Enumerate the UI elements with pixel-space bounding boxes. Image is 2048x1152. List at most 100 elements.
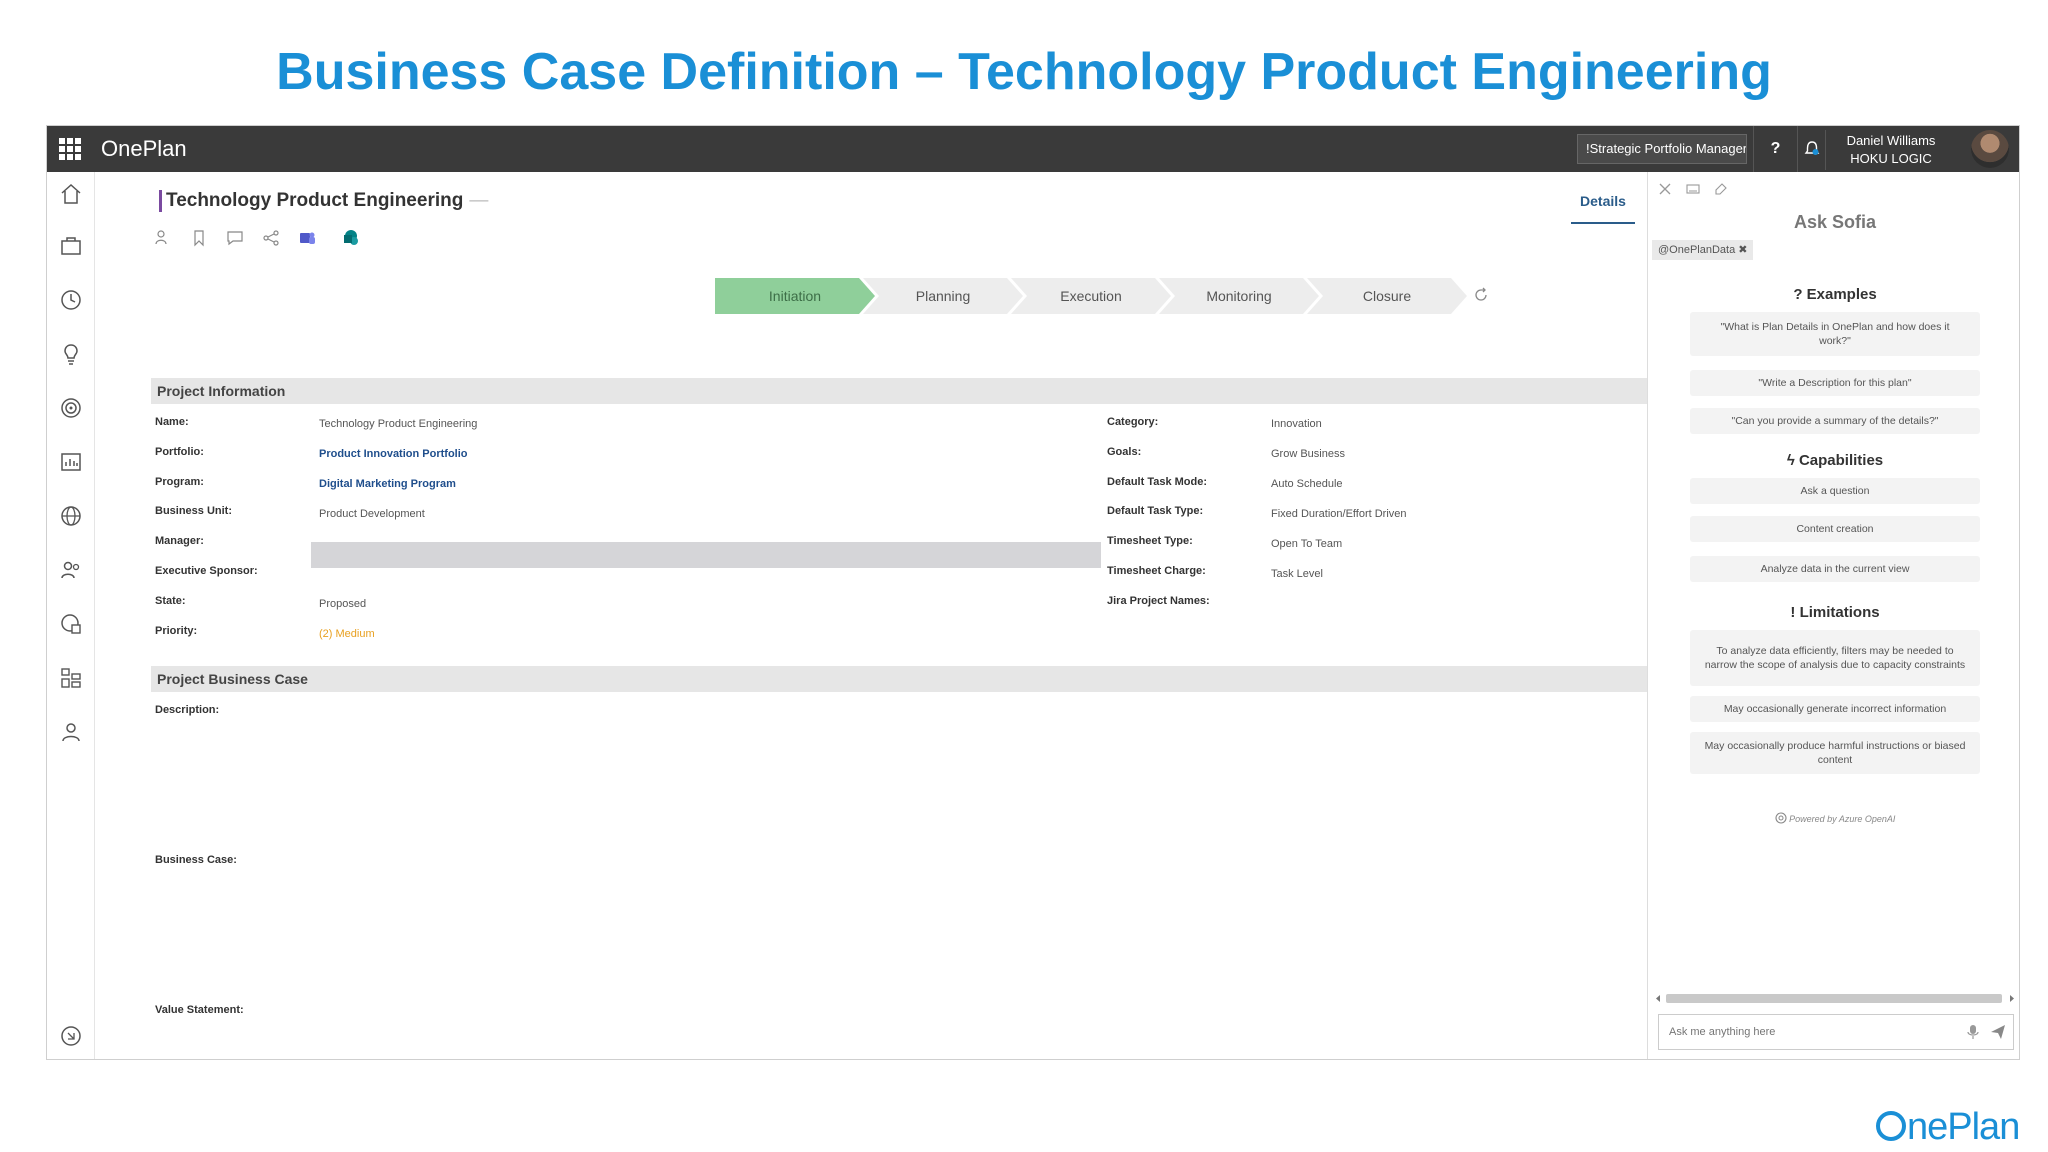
teams-icon[interactable] bbox=[297, 228, 317, 248]
project-title: Technology Product Engineering — bbox=[159, 190, 488, 212]
bookmark-icon[interactable] bbox=[189, 228, 209, 248]
section-project-information[interactable]: Project Information bbox=[151, 378, 1695, 404]
microphone-icon[interactable] bbox=[1966, 1024, 1980, 1040]
logo-o-icon bbox=[1876, 1111, 1906, 1141]
app-name[interactable]: OnePlan bbox=[101, 136, 187, 162]
value-timesheet-type[interactable]: Open To Team bbox=[1271, 538, 1342, 550]
app-window: OnePlan !Strategic Portfolio Manager ? D… bbox=[46, 125, 2020, 1060]
share-icon[interactable] bbox=[261, 228, 281, 248]
label-state: State: bbox=[155, 595, 186, 607]
openai-icon bbox=[1775, 812, 1787, 824]
capability-chip: Analyze data in the current view bbox=[1690, 556, 1980, 582]
examples-title: ? Examples bbox=[1793, 286, 1877, 303]
project-title-text: Technology Product Engineering bbox=[166, 190, 464, 211]
section-project-business-case[interactable]: Project Business Case bbox=[151, 666, 1695, 692]
label-value-statement: Value Statement: bbox=[155, 1004, 244, 1016]
bell-icon bbox=[1804, 141, 1819, 155]
powered-by: Powered by Azure OpenAI bbox=[1648, 812, 2019, 824]
label-program: Program: bbox=[155, 476, 204, 488]
target-icon[interactable] bbox=[59, 396, 83, 420]
assign-user-icon[interactable] bbox=[153, 228, 173, 248]
value-category[interactable]: Innovation bbox=[1271, 418, 1322, 430]
role-selector[interactable]: !Strategic Portfolio Manager bbox=[1577, 134, 1747, 164]
value-priority[interactable]: (2) Medium bbox=[319, 628, 375, 640]
label-executive-sponsor: Executive Sponsor: bbox=[155, 565, 258, 577]
lightbulb-icon[interactable] bbox=[59, 342, 83, 366]
left-nav bbox=[47, 172, 95, 1059]
stage-execution[interactable]: Execution bbox=[1011, 278, 1171, 314]
label-business-case: Business Case: bbox=[155, 854, 237, 866]
label-goals: Goals: bbox=[1107, 446, 1142, 458]
app-launcher-icon[interactable] bbox=[59, 138, 81, 160]
sharepoint-icon[interactable] bbox=[341, 228, 361, 248]
value-program[interactable]: Digital Marketing Program bbox=[319, 478, 456, 490]
help-button[interactable]: ? bbox=[1753, 126, 1797, 172]
label-priority: Priority: bbox=[155, 625, 198, 637]
limitation-chip: May occasionally generate incorrect info… bbox=[1690, 696, 1980, 722]
stage-initiation[interactable]: Initiation bbox=[715, 278, 875, 314]
value-goals[interactable]: Grow Business bbox=[1271, 448, 1345, 460]
dashboard-icon[interactable] bbox=[59, 450, 83, 474]
tab-details[interactable]: Details bbox=[1571, 182, 1635, 224]
resource-globe-icon[interactable] bbox=[59, 612, 83, 636]
label-description: Description: bbox=[155, 704, 220, 716]
label-timesheet-type: Timesheet Type: bbox=[1107, 535, 1193, 547]
horizontal-scrollbar[interactable] bbox=[1654, 992, 2016, 1004]
scrollbar-thumb[interactable] bbox=[1666, 994, 2002, 1003]
logo-text: nePlan bbox=[1907, 1106, 2020, 1148]
comment-icon[interactable] bbox=[225, 228, 245, 248]
data-source-tag[interactable]: @OnePlanData ✖ bbox=[1652, 240, 1754, 260]
avatar[interactable] bbox=[1971, 130, 2009, 168]
sofia-title: Ask Sofia bbox=[1793, 212, 1877, 232]
value-timesheet-charge[interactable]: Task Level bbox=[1271, 568, 1323, 580]
globe-icon[interactable] bbox=[59, 504, 83, 528]
label-jira-project-names: Jira Project Names: bbox=[1107, 595, 1210, 607]
stage-monitoring[interactable]: Monitoring bbox=[1159, 278, 1319, 314]
capabilities-title: ϟ Capabilities bbox=[1648, 452, 2019, 469]
main-content: Technology Product Engineering — Details … bbox=[95, 172, 1695, 1059]
example-chip[interactable]: "Can you provide a summary of the detail… bbox=[1690, 408, 1980, 434]
clock-icon[interactable] bbox=[59, 288, 83, 312]
eraser-icon[interactable] bbox=[1714, 182, 1728, 196]
value-name[interactable]: Technology Product Engineering bbox=[319, 418, 477, 430]
send-icon[interactable] bbox=[1990, 1024, 2006, 1040]
people-icon[interactable] bbox=[59, 558, 83, 582]
scroll-right-icon[interactable] bbox=[2008, 994, 2016, 1003]
stage-planning[interactable]: Planning bbox=[863, 278, 1023, 314]
oneplan-logo: nePlan bbox=[1876, 1106, 2020, 1149]
scroll-left-icon[interactable] bbox=[1654, 994, 1662, 1003]
capability-chip: Content creation bbox=[1690, 516, 1980, 542]
label-name: Name: bbox=[155, 416, 189, 428]
refresh-icon[interactable] bbox=[1472, 286, 1490, 304]
limitations-title: ! Limitations bbox=[1790, 604, 1880, 621]
notifications-button[interactable] bbox=[1797, 126, 1825, 172]
value-business-unit[interactable]: Product Development bbox=[319, 508, 425, 520]
value-portfolio[interactable]: Product Innovation Portfolio bbox=[319, 448, 468, 460]
capability-chip: Ask a question bbox=[1690, 478, 1980, 504]
user-icon[interactable] bbox=[59, 720, 83, 744]
label-manager: Manager: bbox=[155, 535, 204, 547]
collapse-nav-icon[interactable] bbox=[59, 1024, 83, 1048]
lightning-icon: ϟ bbox=[1786, 452, 1799, 469]
ask-sofia-panel: Ask Sofia @OnePlanData ✖ ? Examples "Wha… bbox=[1647, 172, 2019, 1059]
powered-by-text: Powered by Azure OpenAI bbox=[1789, 814, 1896, 824]
close-icon[interactable] bbox=[1658, 182, 1672, 196]
value-default-task-mode[interactable]: Auto Schedule bbox=[1271, 478, 1343, 490]
label-default-task-type: Default Task Type: bbox=[1107, 505, 1204, 517]
home-icon[interactable] bbox=[59, 182, 83, 206]
keyboard-icon[interactable] bbox=[1686, 182, 1700, 196]
chat-input[interactable] bbox=[1658, 1014, 2014, 1050]
label-timesheet-charge: Timesheet Charge: bbox=[1107, 565, 1206, 577]
project-title-suffix: — bbox=[469, 190, 489, 211]
example-chip[interactable]: "Write a Description for this plan" bbox=[1690, 370, 1980, 396]
slide-title: Business Case Definition – Technology Pr… bbox=[276, 43, 1772, 101]
user-name: Daniel Williams bbox=[1846, 133, 1936, 148]
state-field[interactable] bbox=[311, 542, 1101, 568]
stage-closure[interactable]: Closure bbox=[1307, 278, 1467, 314]
example-chip[interactable]: "What is Plan Details in OnePlan and how… bbox=[1690, 312, 1980, 356]
briefcase-icon[interactable] bbox=[59, 234, 83, 258]
value-default-task-type[interactable]: Fixed Duration/Effort Driven bbox=[1271, 508, 1407, 520]
hierarchy-icon[interactable] bbox=[59, 666, 83, 690]
user-menu[interactable]: Daniel Williams HOKU LOGIC bbox=[1825, 130, 2019, 170]
top-bar: OnePlan !Strategic Portfolio Manager ? D… bbox=[47, 126, 2019, 172]
